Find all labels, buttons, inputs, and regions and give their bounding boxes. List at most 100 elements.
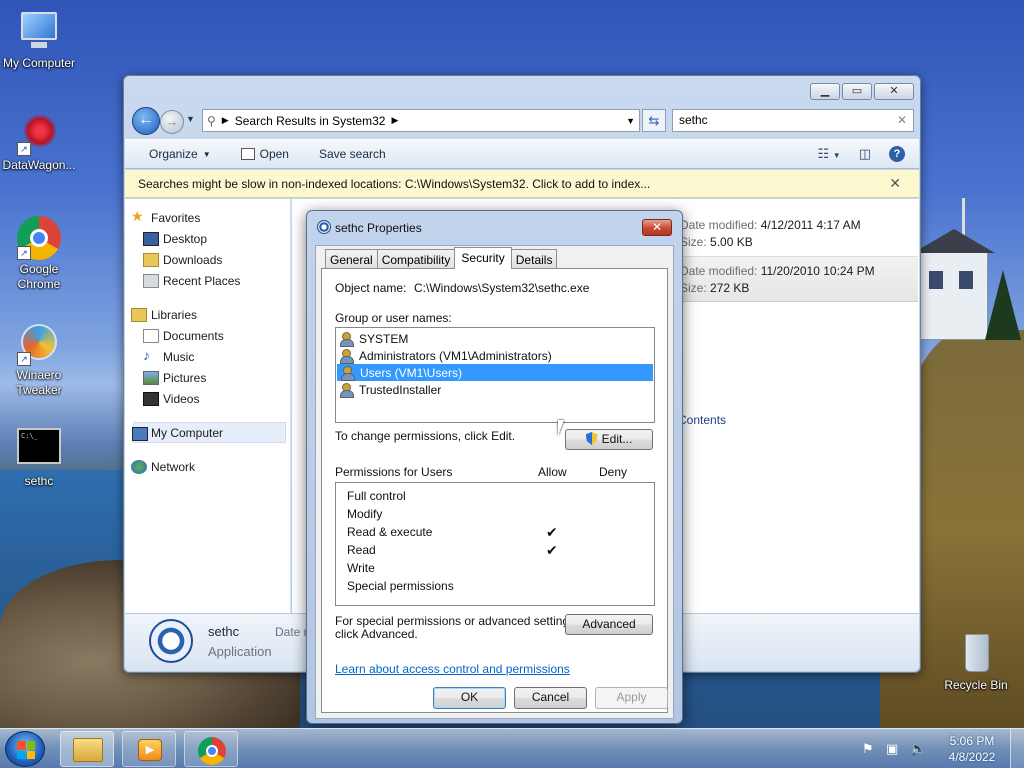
close-infobar-icon[interactable]: ✕ — [889, 175, 901, 192]
desktop-icon-winaero-tweaker[interactable]: ↗ Winaero Tweaker — [0, 322, 78, 398]
cmd-icon: C:\_ — [17, 428, 61, 472]
nav-desktop[interactable]: Desktop — [125, 228, 290, 249]
organize-button[interactable]: Organize ▼ — [149, 147, 211, 161]
taskbar-explorer[interactable] — [60, 731, 114, 767]
tab-general[interactable]: General — [325, 249, 378, 269]
taskbar-media-player[interactable]: ▶ — [122, 731, 176, 767]
properties-dialog[interactable]: sethc Properties ✕ General Compatibility… — [306, 210, 683, 724]
help-icon[interactable]: ? — [889, 146, 905, 162]
search-input[interactable]: sethc ✕ — [672, 109, 914, 132]
open-label: Open — [259, 147, 289, 161]
open-button[interactable]: Open — [240, 147, 289, 161]
nav-recent-places[interactable]: Recent Places — [125, 270, 290, 291]
desktop-icon-google-chrome[interactable]: ↗ Google Chrome — [0, 216, 78, 292]
result-row[interactable]: Date modified: 4/12/2011 4:17 AM Size: 5… — [678, 213, 918, 253]
list-item-label: Users (VM1\Users) — [360, 365, 463, 380]
dialog-close-button[interactable]: ✕ — [642, 219, 672, 236]
learn-more-link[interactable]: Learn about access control and permissio… — [335, 662, 570, 676]
user-group-icon — [340, 349, 355, 364]
nav-label: Videos — [163, 391, 200, 406]
history-dropdown-icon[interactable]: ▼ — [186, 114, 195, 124]
desktop-icon-recycle-bin[interactable]: Recycle Bin — [936, 632, 1016, 692]
desktop-icon-label: Winaero Tweaker — [16, 368, 62, 397]
network-icon — [131, 460, 147, 474]
date-value: 11/20/2010 10:24 PM — [760, 264, 875, 278]
nav-network[interactable]: Network — [125, 456, 290, 477]
info-bar-text: Searches might be slow in non-indexed lo… — [138, 177, 651, 191]
list-item[interactable]: SYSTEM — [336, 330, 654, 347]
nav-downloads[interactable]: Downloads — [125, 249, 290, 270]
search-icon: ⚲ — [207, 113, 216, 128]
nav-pictures[interactable]: Pictures — [125, 367, 290, 388]
group-names-list[interactable]: SYSTEM Administrators (VM1\Administrator… — [335, 327, 655, 423]
chevron-right-icon[interactable]: ▶ — [222, 115, 229, 126]
datawagon-icon: ↗ — [17, 112, 61, 156]
object-name-value: C:\Windows\System32\sethc.exe — [414, 281, 590, 295]
refresh-button[interactable]: ⇆ — [642, 109, 666, 132]
nav-label: Documents — [163, 328, 224, 343]
nav-favorites[interactable]: ★ Favorites — [125, 207, 290, 228]
desktop-icon-datawagon[interactable]: ↗ DataWagon... — [0, 112, 78, 172]
desktop-icon-my-computer[interactable]: My Computer — [0, 10, 78, 70]
clock-time: 5:06 PM — [949, 734, 995, 748]
forward-button[interactable]: → — [160, 110, 184, 134]
size-label: Size: — [680, 281, 707, 295]
volume-icon[interactable]: 🔈 — [910, 741, 926, 757]
chevron-right-icon[interactable]: ▶ — [391, 115, 398, 126]
info-bar[interactable]: Searches might be slow in non-indexed lo… — [125, 170, 919, 198]
desktop-icon-sethc[interactable]: C:\_ sethc — [0, 428, 78, 488]
action-center-icon[interactable]: ⚑ — [862, 741, 878, 757]
list-item[interactable]: TrustedInstaller — [336, 381, 654, 398]
special-permissions-text-1: For special permissions or advanced sett… — [335, 614, 579, 628]
close-button[interactable]: ✕ — [874, 83, 914, 100]
contents-link[interactable]: Contents — [678, 413, 726, 427]
tab-security[interactable]: Security — [454, 247, 512, 269]
videos-icon — [143, 392, 159, 406]
nav-documents[interactable]: Documents — [125, 325, 290, 346]
nav-videos[interactable]: Videos — [125, 388, 290, 409]
computer-icon — [132, 427, 148, 441]
edit-button[interactable]: Edit... — [565, 429, 653, 450]
network-tray-icon[interactable]: ▣ — [886, 741, 902, 757]
list-item-selected[interactable]: Users (VM1\Users) — [337, 364, 653, 381]
permissions-for-label: Permissions for Users — [335, 465, 453, 479]
save-search-button[interactable]: Save search — [319, 147, 386, 161]
breadcrumb[interactable]: Search Results in System32 — [235, 114, 386, 128]
back-button[interactable]: ← — [132, 107, 160, 135]
show-desktop-button[interactable] — [1010, 729, 1024, 768]
tab-details[interactable]: Details — [510, 249, 558, 269]
taskbar-chrome[interactable] — [184, 731, 238, 767]
nav-music[interactable]: ♪ Music — [125, 346, 290, 367]
clear-search-icon[interactable]: ✕ — [897, 113, 907, 127]
user-group-icon — [341, 366, 356, 381]
preview-pane-icon[interactable]: ◫ — [859, 146, 871, 162]
clock[interactable]: 5:06 PM 4/8/2022 — [934, 733, 1010, 765]
organize-label: Organize — [149, 147, 198, 161]
list-item[interactable]: Administrators (VM1\Administrators) — [336, 347, 654, 364]
nav-label: Pictures — [163, 370, 207, 385]
start-button[interactable] — [5, 731, 45, 767]
shortcut-arrow-icon: ↗ — [17, 142, 31, 156]
nav-libraries[interactable]: Libraries — [125, 304, 290, 325]
documents-icon — [143, 329, 159, 343]
chrome-icon-center — [206, 745, 218, 757]
nav-my-computer[interactable]: My Computer — [132, 422, 286, 443]
views-icon[interactable]: ☷ ▼ — [818, 146, 841, 162]
ok-button[interactable]: OK — [433, 687, 506, 709]
permissions-list[interactable]: Full control Modify Read & execute ✔ Read… — [335, 482, 655, 606]
result-row-selected[interactable]: Date modified: 11/20/2010 10:24 PM Size:… — [678, 256, 918, 302]
star-icon: ★ — [131, 208, 144, 224]
advanced-button[interactable]: Advanced — [565, 614, 653, 635]
address-bar[interactable]: ⚲ ▶ Search Results in System32 ▶ ▼ — [202, 109, 640, 132]
date-label: Date modified: — [680, 264, 758, 278]
cancel-button[interactable]: Cancel — [514, 687, 587, 709]
command-bar: Organize ▼ Open Save search ☷ ▼ ◫ ? — [125, 139, 919, 169]
minimize-button[interactable]: ▁ — [810, 83, 840, 100]
nav-label: Favorites — [151, 210, 201, 225]
desktop-icon-label: My Computer — [2, 56, 76, 70]
maximize-button[interactable]: ▭ — [842, 83, 872, 100]
tab-compatibility[interactable]: Compatibility — [376, 249, 456, 269]
wallpaper-tree — [985, 270, 1021, 340]
apply-button[interactable]: Apply — [595, 687, 668, 709]
address-dropdown-icon[interactable]: ▼ — [626, 116, 635, 126]
